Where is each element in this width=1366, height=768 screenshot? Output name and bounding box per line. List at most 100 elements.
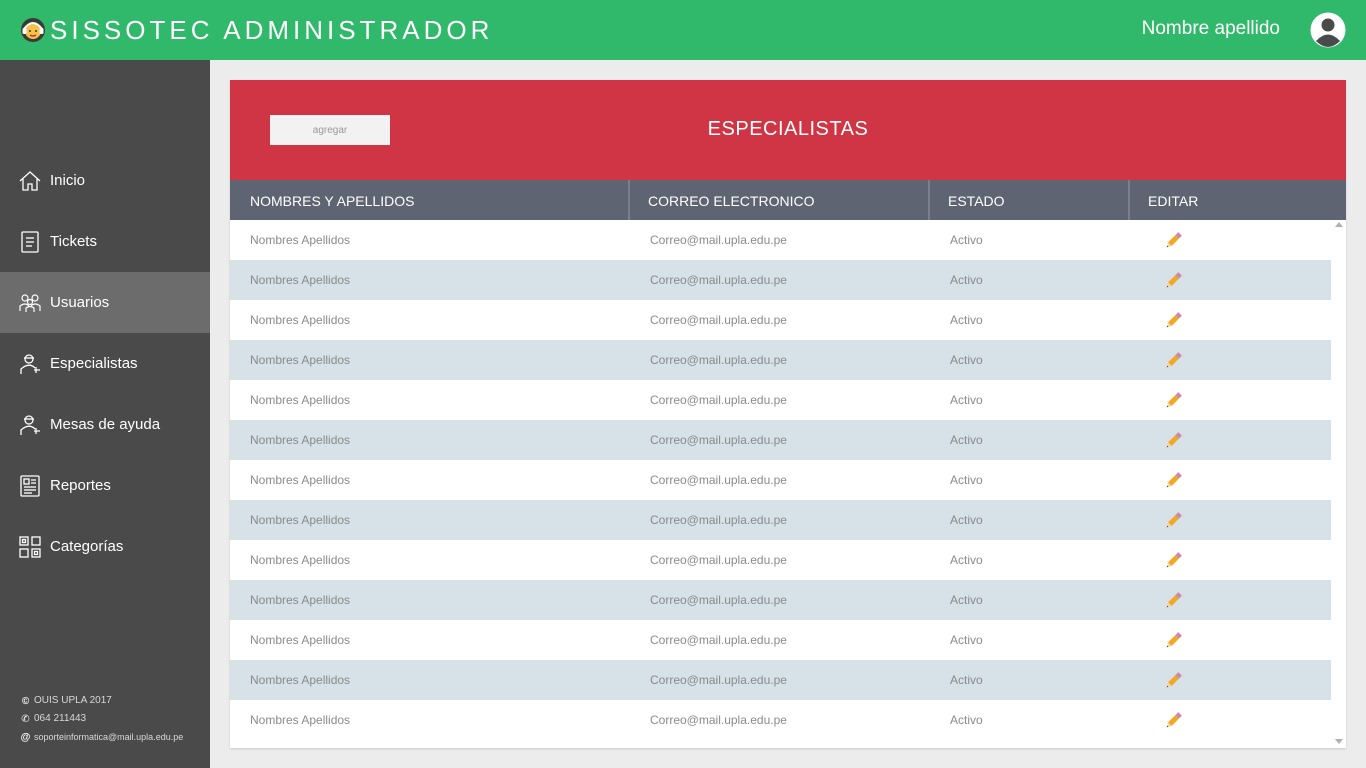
helpdesk-icon: [20, 414, 40, 435]
pencil-icon[interactable]: [1162, 230, 1184, 252]
cell-name: Nombres Apellidos: [250, 273, 351, 287]
cell-name: Nombres Apellidos: [250, 633, 351, 647]
cell-status: Activo: [950, 633, 983, 647]
pencil-icon[interactable]: [1162, 390, 1184, 412]
cell-email: Correo@mail.upla.edu.pe: [650, 233, 787, 247]
ticket-icon: [21, 230, 39, 253]
sidebar-item-label: Tickets: [50, 233, 97, 250]
sidebar-footer: © OUIS UPLA 2017 ✆ 064 211443 @ soportei…: [20, 692, 184, 746]
pencil-icon[interactable]: [1162, 550, 1184, 572]
sidebar-item-label: Mesas de ayuda: [50, 416, 161, 433]
cell-status: Activo: [950, 593, 983, 607]
sidebar-item-label: Categorías: [50, 538, 124, 555]
cell-email: Correo@mail.upla.edu.pe: [650, 553, 787, 567]
sidebar-item-label: Usuarios: [50, 294, 110, 311]
cell-name: Nombres Apellidos: [250, 393, 351, 407]
cell-status: Activo: [950, 313, 983, 327]
pencil-icon[interactable]: [1162, 350, 1184, 372]
pencil-icon[interactable]: [1162, 710, 1184, 732]
table-body: Nombres Apellidos Correo@mail.upla.edu.pe…: [230, 220, 1331, 748]
cell-name: Nombres Apellidos: [250, 473, 351, 487]
column-header-email[interactable]: CORREO ELECTRONICO: [628, 180, 930, 220]
home-icon: [19, 170, 41, 191]
cell-email: Correo@mail.upla.edu.pe: [650, 633, 787, 647]
cell-name: Nombres Apellidos: [250, 233, 351, 247]
table-row: Nombres Apellidos Correo@mail.upla.edu.pe…: [230, 300, 1331, 340]
cell-email: Correo@mail.upla.edu.pe: [650, 673, 787, 687]
pencil-icon[interactable]: [1162, 510, 1184, 532]
user-name[interactable]: Nombre apellido: [1142, 18, 1280, 40]
cell-email: Correo@mail.upla.edu.pe: [650, 513, 787, 527]
sidebar-item-categorias[interactable]: Categorías: [0, 516, 210, 577]
sidebar-item-tickets[interactable]: Tickets: [0, 211, 210, 272]
pencil-icon[interactable]: [1162, 590, 1184, 612]
cell-email: Correo@mail.upla.edu.pe: [650, 353, 787, 367]
cell-email: Correo@mail.upla.edu.pe: [650, 473, 787, 487]
table-row: Nombres Apellidos Correo@mail.upla.edu.pe…: [230, 500, 1331, 540]
support-agent-icon: [21, 18, 45, 42]
cell-status: Activo: [950, 713, 983, 727]
table-row: Nombres Apellidos Correo@mail.upla.edu.pe…: [230, 700, 1331, 740]
footer-copyright: OUIS UPLA 2017: [34, 695, 112, 706]
cell-email: Correo@mail.upla.edu.pe: [650, 313, 787, 327]
sidebar-item-label: Reportes: [50, 477, 111, 494]
phone-icon: ✆: [21, 713, 30, 725]
cell-name: Nombres Apellidos: [250, 433, 351, 447]
cell-email: Correo@mail.upla.edu.pe: [650, 713, 787, 727]
cell-status: Activo: [950, 513, 983, 527]
pencil-icon[interactable]: [1162, 670, 1184, 692]
sidebar-item-inicio[interactable]: Inicio: [0, 150, 210, 211]
scroll-down-arrow[interactable]: [1335, 739, 1343, 744]
pencil-icon[interactable]: [1162, 430, 1184, 452]
table-row: Nombres Apellidos Correo@mail.upla.edu.pe…: [230, 260, 1331, 300]
table-row: Nombres Apellidos Correo@mail.upla.edu.pe…: [230, 580, 1331, 620]
cell-status: Activo: [950, 473, 983, 487]
specialists-panel: agregar ESPECIALISTAS NOMBRES Y APELLIDO…: [230, 80, 1346, 748]
cell-status: Activo: [950, 273, 983, 287]
column-header-names[interactable]: NOMBRES Y APELLIDOS: [230, 180, 630, 220]
cell-status: Activo: [950, 393, 983, 407]
cell-email: Correo@mail.upla.edu.pe: [650, 273, 787, 287]
brand[interactable]: SISSOTEC ADMINISTRADOR: [20, 14, 493, 46]
table-row: Nombres Apellidos Correo@mail.upla.edu.pe…: [230, 540, 1331, 580]
cell-name: Nombres Apellidos: [250, 593, 351, 607]
sidebar-item-especialistas[interactable]: Especialistas: [0, 333, 210, 394]
users-icon: [19, 293, 41, 312]
page-title: ESPECIALISTAS: [707, 118, 869, 140]
table-row: Nombres Apellidos Correo@mail.upla.edu.pe…: [230, 620, 1331, 660]
at-icon: @: [20, 731, 31, 743]
pencil-icon[interactable]: [1162, 470, 1184, 492]
specialist-icon: [20, 353, 40, 374]
panel-header: agregar ESPECIALISTAS: [230, 80, 1346, 180]
sidebar-item-mesas-de-ayuda[interactable]: Mesas de ayuda: [0, 394, 210, 455]
user-avatar-icon[interactable]: [1310, 12, 1346, 48]
cell-name: Nombres Apellidos: [250, 553, 351, 567]
cell-name: Nombres Apellidos: [250, 313, 351, 327]
pencil-icon[interactable]: [1162, 270, 1184, 292]
reports-icon: [20, 474, 40, 497]
cell-status: Activo: [950, 353, 983, 367]
cell-name: Nombres Apellidos: [250, 673, 351, 687]
sidebar: Inicio Tickets Usuarios Especialistas Me…: [0, 60, 210, 768]
table-row: Nombres Apellidos Correo@mail.upla.edu.pe…: [230, 660, 1331, 700]
column-header-status[interactable]: ESTADO: [928, 180, 1130, 220]
sidebar-item-usuarios[interactable]: Usuarios: [0, 272, 210, 333]
cell-email: Correo@mail.upla.edu.pe: [650, 393, 787, 407]
table-scrollbar[interactable]: [1331, 220, 1346, 748]
copyright-icon: ©: [21, 695, 30, 707]
table-row: Nombres Apellidos Correo@mail.upla.edu.pe…: [230, 460, 1331, 500]
column-header-edit[interactable]: EDITAR: [1128, 180, 1346, 220]
cell-status: Activo: [950, 673, 983, 687]
pencil-icon[interactable]: [1162, 630, 1184, 652]
footer-email[interactable]: soporteinformatica@mail.upla.edu.pe: [34, 728, 183, 746]
table-row: Nombres Apellidos Correo@mail.upla.edu.pe…: [230, 420, 1331, 460]
cell-email: Correo@mail.upla.edu.pe: [650, 433, 787, 447]
cell-status: Activo: [950, 553, 983, 567]
sidebar-item-reportes[interactable]: Reportes: [0, 455, 210, 516]
table-row: Nombres Apellidos Correo@mail.upla.edu.pe…: [230, 340, 1331, 380]
sidebar-item-label: Inicio: [50, 172, 86, 189]
table-header: NOMBRES Y APELLIDOS CORREO ELECTRONICO E…: [230, 180, 1346, 220]
cell-email: Correo@mail.upla.edu.pe: [650, 593, 787, 607]
scroll-up-arrow[interactable]: [1335, 222, 1343, 227]
pencil-icon[interactable]: [1162, 310, 1184, 332]
